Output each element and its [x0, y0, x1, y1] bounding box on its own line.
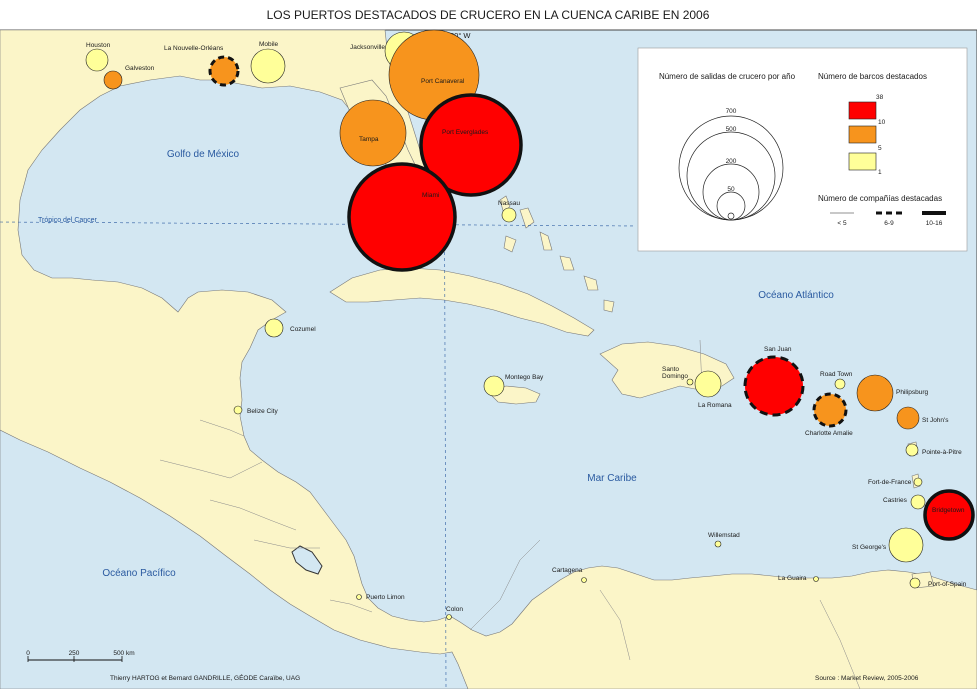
port-label: Colon — [446, 606, 463, 613]
scale-label-250: 250 — [69, 650, 80, 657]
tropic-label: Trópico del Cancer — [38, 217, 98, 224]
port-circle-galveston[interactable] — [103, 70, 123, 90]
port-circle-port-of-spain[interactable] — [909, 577, 921, 589]
port-circle-nassau[interactable] — [501, 207, 517, 223]
port-label: Castries — [883, 497, 908, 504]
legend-companies-title: Número de compañías destacadas — [818, 194, 942, 203]
port-circle-bridgetown[interactable] — [923, 489, 975, 541]
port-circle-montego-bay[interactable] — [483, 375, 505, 397]
port-circle-la-romana[interactable] — [694, 370, 722, 398]
legend-companies-lt5: < 5 — [837, 220, 847, 227]
port-circle-new-orleans[interactable] — [208, 55, 240, 87]
port-label: Nassau — [498, 200, 520, 207]
port-circle-st-johns[interactable] — [896, 406, 920, 430]
credits-source: Source : Market Review, 2005-2006 — [815, 675, 919, 682]
legend-departures-700: 700 — [726, 108, 737, 115]
port-label: St John's — [922, 417, 949, 424]
sea-label-caribbean: Mar Caribe — [587, 473, 637, 484]
port-circle-mobile[interactable] — [250, 48, 286, 84]
port-label: Pointe-à-Pitre — [922, 449, 962, 456]
port-label: Philipsburg — [896, 389, 929, 396]
port-label: Tampa — [359, 136, 379, 143]
map-figure: LOS PUERTOS DESTACADOS DE CRUCERO EN LA … — [0, 0, 977, 690]
port-label: La Guaira — [778, 575, 807, 582]
scale-label-0: 0 — [26, 650, 30, 657]
port-circle-road-town[interactable] — [834, 378, 846, 390]
port-circle-san-juan[interactable] — [743, 355, 805, 417]
port-circle-colon[interactable] — [446, 614, 452, 620]
credits-authors: Thierry HARTOG et Bernard GANDRILLE, GÉO… — [110, 673, 300, 682]
port-circle-pointe-a-pitre[interactable] — [905, 443, 919, 457]
port-circle-belize[interactable] — [233, 405, 243, 415]
port-label: Montego Bay — [505, 374, 544, 381]
port-circle-st-georges[interactable] — [888, 527, 924, 563]
legend-ships-mid — [848, 125, 877, 144]
port-circle-cozumel[interactable] — [264, 318, 284, 338]
port-label: Houston — [86, 42, 111, 49]
port-label: Bridgetown — [932, 507, 965, 514]
port-label: Puerto Limon — [366, 594, 405, 601]
port-label: San Juan — [764, 346, 792, 353]
port-label: Cartagena — [552, 567, 583, 574]
sea-label-gulf: Golfo de México — [167, 149, 240, 160]
legend-departures-title: Número de salidas de crucero por año — [659, 72, 796, 81]
port-label: Mobile — [259, 41, 279, 48]
port-label: Willemstad — [708, 532, 740, 539]
port-circle-la-guaira[interactable] — [813, 576, 819, 582]
legend-companies-6-9: 6-9 — [884, 220, 894, 227]
port-circle-puerto-limon[interactable] — [356, 594, 362, 600]
port-label: Fort-de-France — [868, 479, 912, 486]
port-label: Belize City — [247, 408, 278, 415]
port-label: Port Canaveral — [421, 78, 465, 85]
legend-ships-1: 1 — [878, 169, 882, 176]
map-title: LOS PUERTOS DESTACADOS DE CRUCERO EN LA … — [267, 8, 710, 22]
port-label: Charlotte Amalie — [805, 430, 853, 437]
sea-label-pacific: Océano Pacífico — [102, 568, 176, 579]
legend-ships-10: 10 — [878, 119, 886, 126]
port-circle-houston[interactable] — [85, 48, 109, 72]
port-circle-miami[interactable] — [347, 162, 457, 272]
port-label: Miami — [422, 192, 439, 199]
port-label: Port Everglades — [442, 129, 489, 136]
legend-departures-200: 200 — [726, 158, 737, 165]
port-circle-philipsburg[interactable] — [856, 374, 894, 412]
legend-companies-10-16: 10-16 — [926, 220, 943, 227]
port-circle-charlotte-amalie[interactable] — [812, 392, 848, 428]
legend-ships-title: Número de barcos destacados — [818, 72, 927, 81]
port-label: Jacksonville — [350, 44, 385, 51]
legend-ships-low — [848, 152, 877, 171]
legend-departures-50: 50 — [727, 186, 735, 193]
port-circle-cartagena[interactable] — [581, 577, 587, 583]
port-circle-willemstad[interactable] — [714, 540, 722, 548]
caribbean-map: LOS PUERTOS DESTACADOS DE CRUCERO EN LA … — [0, 8, 977, 690]
legend-ships-5: 5 — [878, 145, 882, 152]
legend-departures-500: 500 — [726, 126, 737, 133]
scale-label-500: 500 km — [113, 650, 134, 657]
port-label: La Romana — [698, 402, 732, 409]
port-label: Road Town — [820, 371, 853, 378]
legend-ships-high — [848, 101, 877, 120]
port-circle-tampa[interactable] — [339, 99, 407, 167]
port-circle-fort-de-france[interactable] — [913, 477, 923, 487]
port-label: Cozumel — [290, 326, 316, 333]
port-circle-castries[interactable] — [910, 494, 926, 510]
port-label: Galveston — [125, 65, 155, 72]
legend-ships-38: 38 — [876, 94, 884, 101]
port-label: St George's — [852, 544, 887, 551]
port-label: La Nouvelle-Orléans — [164, 45, 224, 52]
port-label: Port-of-Spain — [928, 581, 967, 588]
legend: Número de salidas de crucero por año 700… — [637, 47, 968, 252]
sea-label-atlantic: Océano Atlántico — [758, 290, 834, 301]
